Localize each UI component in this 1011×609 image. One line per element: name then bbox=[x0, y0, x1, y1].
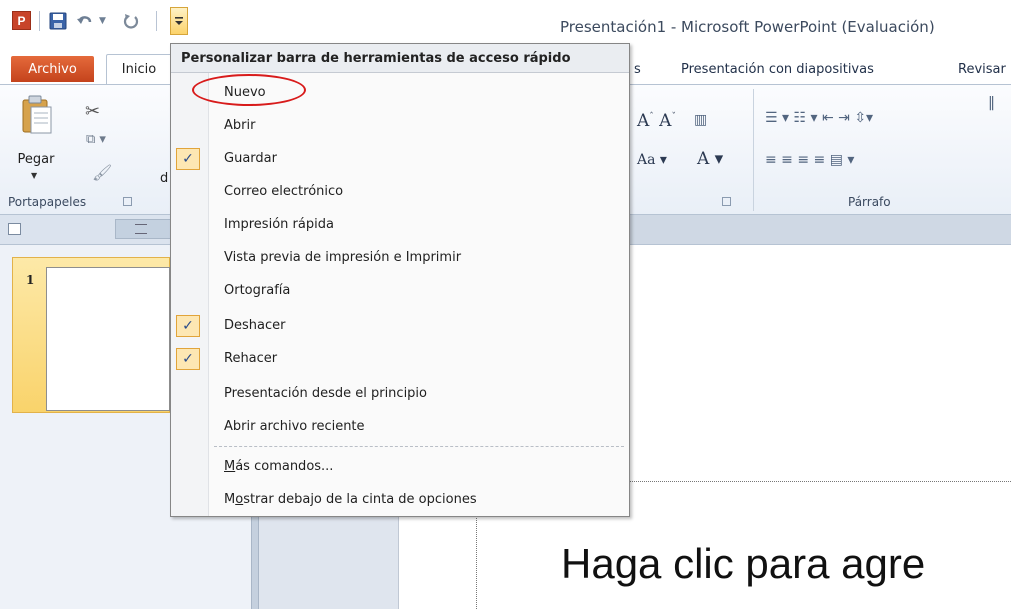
customize-qat-button[interactable] bbox=[170, 7, 188, 35]
title-placeholder[interactable]: Haga clic para agre bbox=[561, 540, 925, 588]
paste-dropdown-icon[interactable]: ▼ bbox=[31, 171, 37, 180]
clipboard-group-label: Portapapeles bbox=[8, 195, 87, 209]
text-direction-icon[interactable]: ‖ bbox=[988, 95, 995, 111]
menu-item-rehacer[interactable]: ✓ Rehacer bbox=[171, 343, 629, 376]
menu-header: Personalizar barra de herramientas de ac… bbox=[171, 44, 629, 73]
menu-item-label: Correo electrónico bbox=[224, 184, 344, 199]
tab-revisar[interactable]: Revisar bbox=[958, 62, 1006, 77]
title-bar: P ▼ Presentación1 - Microsoft PowerPoint… bbox=[0, 0, 1011, 42]
powerpoint-logo-icon[interactable]: P bbox=[12, 11, 31, 30]
checkmark-icon: ✓ bbox=[176, 148, 200, 170]
customize-qat-menu: Personalizar barra de herramientas de ac… bbox=[170, 43, 630, 517]
qat-separator bbox=[156, 11, 157, 31]
cut-icon[interactable]: ✂ bbox=[85, 101, 100, 122]
copy-icon[interactable]: ⧉ ▾ bbox=[86, 132, 106, 147]
menu-item-label: Presentación desde el principio bbox=[224, 386, 427, 401]
change-case-icon[interactable]: Aa ▾ bbox=[637, 152, 667, 168]
customize-qat-icon bbox=[175, 17, 183, 25]
paragraph-group-label: Párrafo bbox=[848, 195, 891, 209]
undo-dropdown-icon[interactable]: ▼ bbox=[99, 16, 106, 26]
menu-item-mostrar-debajo[interactable]: Mostrar debajo de la cinta de opciones bbox=[171, 484, 629, 517]
paste-icon[interactable] bbox=[22, 95, 52, 134]
menu-item-presentacion-inicio[interactable]: Presentación desde el principio bbox=[171, 378, 629, 411]
font-color-icon[interactable]: A ▾ bbox=[697, 149, 723, 169]
menu-item-correo[interactable]: Correo electrónico bbox=[171, 176, 629, 209]
menu-item-label: Más comandos... bbox=[224, 459, 334, 474]
ribbon-text-fragment: d bbox=[160, 171, 169, 186]
checkmark-icon: ✓ bbox=[176, 348, 200, 370]
slides-tab-icon[interactable] bbox=[8, 223, 21, 235]
menu-item-impresion-rapida[interactable]: Impresión rápida bbox=[171, 209, 629, 242]
menu-item-label: Vista previa de impresión e Imprimir bbox=[224, 250, 462, 265]
menu-item-deshacer[interactable]: ✓ Deshacer bbox=[171, 310, 629, 343]
menu-separator bbox=[214, 446, 624, 447]
menu-item-mas-comandos[interactable]: Más comandos... bbox=[171, 451, 629, 484]
format-painter-icon[interactable]: 🖌 bbox=[92, 163, 112, 182]
save-icon[interactable] bbox=[47, 10, 69, 32]
menu-item-guardar[interactable]: ✓ Guardar bbox=[171, 143, 629, 176]
undo-icon[interactable] bbox=[74, 10, 96, 32]
paste-button[interactable]: Pegar bbox=[8, 152, 64, 167]
clipboard-launcher-icon[interactable] bbox=[123, 197, 132, 206]
bullets-icon[interactable]: ☰ ▾ ☷ ▾ ⇤ ⇥ ⇳▾ bbox=[765, 110, 873, 126]
menu-item-vista-previa[interactable]: Vista previa de impresión e Imprimir bbox=[171, 242, 629, 275]
tab-inicio[interactable]: Inicio bbox=[106, 54, 172, 84]
menu-item-label: Rehacer bbox=[224, 351, 278, 366]
menu-item-label: Abrir bbox=[224, 118, 256, 133]
menu-item-label: Abrir archivo reciente bbox=[224, 419, 365, 434]
red-highlight-ring bbox=[192, 74, 306, 106]
slide-number: 1 bbox=[26, 273, 35, 287]
clear-format-icon[interactable]: ▥ bbox=[694, 112, 707, 128]
tab-partial[interactable]: s bbox=[634, 62, 641, 77]
menu-item-label: Ortografía bbox=[224, 283, 291, 298]
slide-thumbnail[interactable] bbox=[46, 267, 170, 411]
menu-item-label: Deshacer bbox=[224, 318, 286, 333]
group-separator bbox=[753, 89, 754, 211]
placeholder-border-top bbox=[630, 481, 1011, 482]
menu-item-label: Impresión rápida bbox=[224, 217, 334, 232]
window-title: Presentación1 - Microsoft PowerPoint (Ev… bbox=[560, 18, 935, 36]
menu-item-archivo-reciente[interactable]: Abrir archivo reciente bbox=[171, 411, 629, 444]
menu-item-label: Mostrar debajo de la cinta de opciones bbox=[224, 492, 477, 507]
menu-title: Personalizar barra de herramientas de ac… bbox=[181, 51, 571, 66]
qat-separator bbox=[39, 11, 40, 31]
grow-font-icon[interactable]: Aˆ Aˇ bbox=[637, 111, 676, 131]
menu-item-abrir[interactable]: Abrir bbox=[171, 110, 629, 143]
tab-archivo[interactable]: Archivo bbox=[11, 56, 94, 82]
menu-item-label: Guardar bbox=[224, 151, 277, 166]
outline-tab-icon[interactable] bbox=[115, 219, 171, 239]
alignment-icons[interactable]: ≡ ≡ ≡ ≡ ▤ ▾ bbox=[765, 152, 854, 168]
menu-item-ortografia[interactable]: Ortografía bbox=[171, 275, 629, 308]
font-launcher-icon[interactable] bbox=[722, 197, 731, 206]
redo-icon[interactable] bbox=[121, 10, 141, 32]
checkmark-icon: ✓ bbox=[176, 315, 200, 337]
tab-presentacion-con-diapositivas[interactable]: Presentación con diapositivas bbox=[681, 62, 874, 77]
